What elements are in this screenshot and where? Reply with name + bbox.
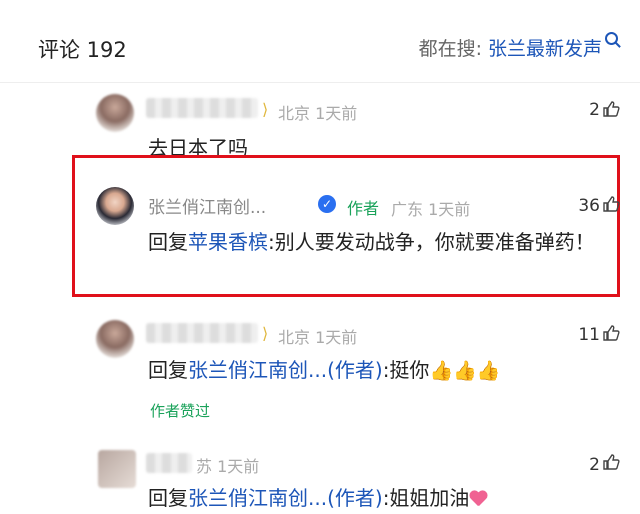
thumb-up-icon[interactable] [602, 324, 620, 342]
blurred-username[interactable] [146, 98, 258, 118]
heart-emoji-icon [469, 491, 487, 507]
comment-meta: 北京 1天前 [278, 328, 358, 347]
comment-meta: 北京 1天前 [278, 104, 358, 123]
author-tag: 作者 [347, 199, 380, 218]
comment-meta: 广东 1天前 [391, 200, 471, 219]
thumb-up-icon[interactable] [602, 195, 620, 213]
header-divider [0, 82, 640, 83]
author-avatar[interactable] [96, 187, 134, 225]
fan-badge-icon: ⟩ [262, 100, 269, 119]
comment-meta: 苏 1天前 [196, 457, 260, 476]
verified-badge-icon: ✓ [318, 193, 336, 213]
comments-count-title: 评论 192 [38, 38, 127, 62]
thumb-up-icon[interactable] [602, 453, 620, 471]
thumbs-up-emoji-icon: 👍👍👍 [429, 360, 501, 382]
reply-target-link[interactable]: 张兰俏江南创...(作者) [188, 486, 383, 510]
search-icon[interactable] [605, 32, 618, 45]
reply-text: 回复张兰俏江南创...(作者):挺你👍👍👍 [148, 354, 500, 387]
search-prefix: 都在搜: [418, 38, 482, 60]
blurred-username[interactable] [146, 453, 192, 473]
reply-text: 回复张兰俏江南创...(作者):姐姐加油 [148, 482, 487, 514]
like-count: 11 [578, 325, 600, 345]
avatar[interactable] [96, 320, 134, 358]
liked-by-author: 作者赞过 [150, 402, 211, 420]
fan-badge-icon: ⟩ [262, 324, 269, 343]
reply-target-link[interactable]: 张兰俏江南创...(作者) [188, 358, 383, 382]
thumb-up-icon[interactable] [602, 100, 620, 118]
avatar[interactable] [96, 94, 134, 132]
avatar[interactable] [98, 450, 136, 488]
blurred-username[interactable] [146, 323, 258, 343]
like-count: 2 [589, 100, 600, 120]
search-keyword-link[interactable]: 张兰最新发声 [488, 38, 602, 60]
reply-target-link[interactable]: 苹果香槟 [188, 230, 268, 254]
trending-search[interactable]: 都在搜: 张兰最新发声 [418, 32, 618, 61]
like-count: 36 [578, 196, 600, 216]
author-username[interactable]: 张兰俏江南创... [148, 193, 266, 218]
like-count: 2 [589, 455, 600, 475]
reply-text: 回复苹果香槟:别人要发动战争，你就要准备弹药！ [148, 230, 595, 254]
